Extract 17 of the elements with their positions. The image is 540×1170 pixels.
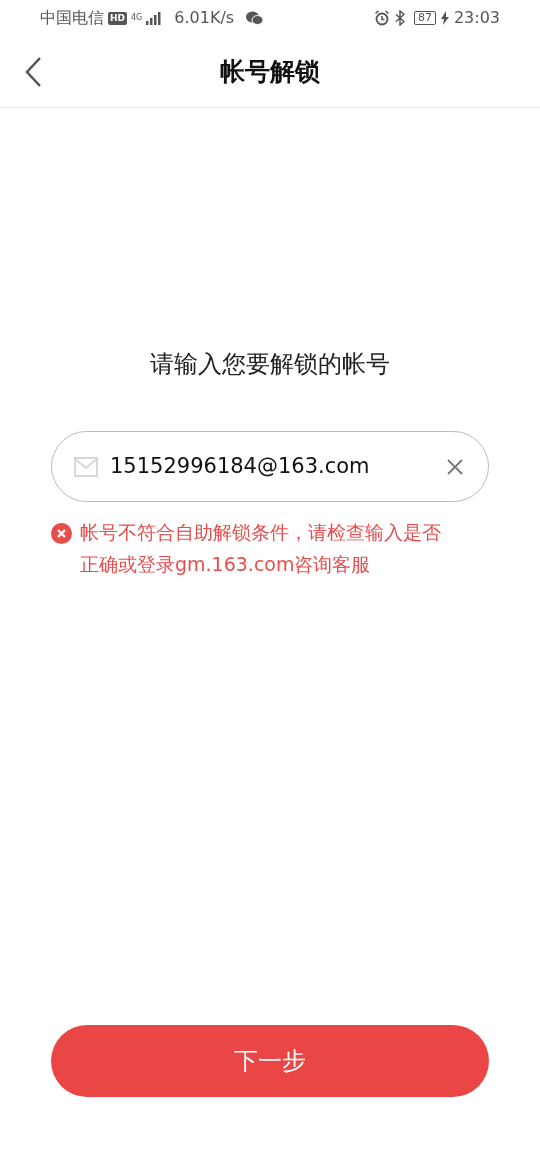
- account-input[interactable]: 15152996184@163.com: [110, 450, 432, 483]
- error-message: 帐号不符合自助解锁条件，请检查输入是否正确或登录gm.163.com咨询客服: [80, 520, 442, 577]
- network-type: 4G: [131, 14, 143, 22]
- alarm-icon: [373, 10, 390, 26]
- network-speed: 6.01K/s: [174, 7, 235, 29]
- battery-indicator: 87: [413, 11, 436, 25]
- hd-badge: HD: [108, 11, 127, 25]
- page-title: 帐号解锁: [220, 55, 320, 88]
- prompt-text: 请输入您要解锁的帐号: [149, 349, 391, 380]
- mail-icon: [74, 456, 98, 477]
- chat-icon: [246, 11, 264, 25]
- charging-icon: [440, 11, 449, 25]
- clock-time: 23:03: [453, 7, 500, 29]
- error-icon: [51, 523, 72, 544]
- carrier-name: 中国电信: [40, 7, 104, 29]
- next-button[interactable]: 下一步: [51, 1025, 489, 1097]
- bluetooth-icon: [394, 10, 405, 26]
